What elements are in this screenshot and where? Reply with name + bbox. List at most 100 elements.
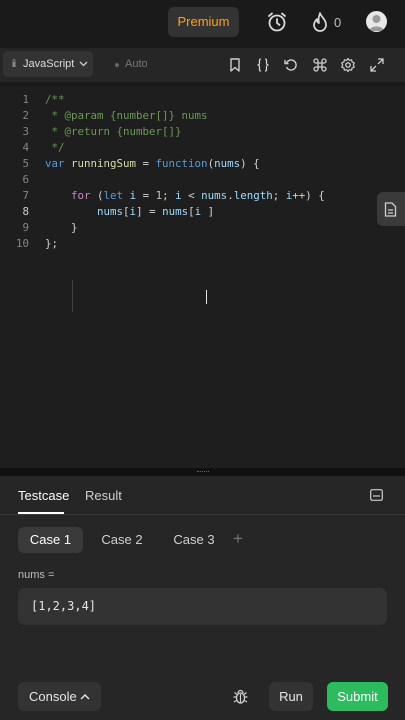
code-token: function <box>155 157 208 170</box>
fire-icon[interactable] <box>311 11 329 33</box>
code-text: */ <box>45 140 65 156</box>
code-token: nums <box>214 157 241 170</box>
code-line[interactable]: 6 <box>0 172 405 188</box>
code-text: nums[i] = nums[i ] <box>45 204 214 220</box>
top-bar: Premium 0 <box>0 0 405 44</box>
code-token: }; <box>45 237 59 250</box>
case-2-tab[interactable]: Case 2 <box>94 527 150 553</box>
code-token: * @return {number[]} <box>45 125 182 138</box>
resize-grip-icon <box>197 471 209 473</box>
code-token: var <box>45 157 72 170</box>
code-token: nums <box>162 205 189 218</box>
language-label: JavaScript <box>23 58 75 70</box>
line-number: 5 <box>22 157 29 170</box>
code-text: }; <box>45 236 58 252</box>
code-token: * @param {number[]} nums <box>45 109 208 122</box>
code-editor[interactable]: 1/** 2 * @param {number[]} nums 3 * @retur… <box>0 86 405 468</box>
code-token: length <box>233 189 273 202</box>
fullscreen-icon[interactable] <box>369 57 385 73</box>
case-3-tab[interactable]: Case 3 <box>166 527 222 553</box>
nums-label: nums = <box>18 569 55 581</box>
add-case-button[interactable]: + <box>233 529 243 549</box>
code-token: < <box>181 189 202 202</box>
nums-input[interactable]: [1,2,3,4] <box>18 588 387 625</box>
code-token: /** <box>45 93 65 106</box>
indent-guide <box>72 280 73 312</box>
auto-toggle[interactable]: Auto <box>113 51 158 77</box>
code-text: * @param {number[]} nums <box>45 108 208 124</box>
code-text: * @return {number[]} <box>45 124 182 140</box>
code-token: ) { <box>240 157 260 170</box>
command-icon[interactable] <box>312 57 328 73</box>
premium-button[interactable]: Premium <box>168 7 239 37</box>
code-line[interactable]: 9 } <box>0 220 405 236</box>
case-1-tab[interactable]: Case 1 <box>18 527 83 553</box>
avatar[interactable] <box>366 11 387 32</box>
code-token: ] <box>201 205 215 218</box>
layout-icon[interactable] <box>370 489 383 501</box>
code-token: = <box>136 157 156 170</box>
line-number: 9 <box>22 221 29 234</box>
code-token: nums <box>201 189 228 202</box>
code-line[interactable]: 8 nums[i] = nums[i ] <box>0 204 405 220</box>
code-token: ] = <box>136 205 163 218</box>
code-line[interactable]: 4 */ <box>0 140 405 156</box>
line-number: 2 <box>22 109 29 122</box>
braces-icon[interactable] <box>255 57 271 73</box>
line-number: 6 <box>22 173 29 186</box>
panel-divider <box>0 514 405 515</box>
code-token: ++) { <box>292 189 325 202</box>
editor-toolbar: JavaScript Auto <box>0 48 405 82</box>
text-cursor <box>206 290 207 304</box>
code-line[interactable]: 2 * @param {number[]} nums <box>0 108 405 124</box>
code-token: for <box>71 189 91 202</box>
reset-icon[interactable] <box>283 57 299 73</box>
chevron-down-icon <box>79 61 88 67</box>
line-number: 8 <box>22 205 29 218</box>
code-token: let <box>103 189 124 202</box>
test-panel: Testcase Result Case 1 Case 2 Case 3 + n… <box>0 476 405 720</box>
bug-icon[interactable] <box>232 688 249 705</box>
code-token: } <box>45 221 78 234</box>
lock-icon <box>12 59 16 67</box>
line-number: 10 <box>15 237 29 250</box>
line-number: 7 <box>22 189 29 202</box>
code-text: for (let i = 1; i < nums.length; i++) { <box>45 188 325 204</box>
console-label: Console <box>29 689 77 704</box>
tab-result[interactable]: Result <box>85 488 122 503</box>
code-line[interactable]: 10}; <box>0 236 405 252</box>
code-token: = <box>136 189 156 202</box>
code-token: ; <box>272 189 286 202</box>
console-button[interactable]: Console <box>18 682 101 711</box>
code-text: /** <box>45 92 65 108</box>
code-line[interactable]: 5 var runningSum = function(nums) { <box>0 156 405 172</box>
submit-button[interactable]: Submit <box>327 682 388 711</box>
settings-icon[interactable] <box>340 57 356 73</box>
code-line[interactable]: 3 * @return {number[]} <box>0 124 405 140</box>
auto-label: Auto <box>125 58 148 70</box>
file-icon <box>384 202 397 217</box>
code-token: ; <box>162 189 176 202</box>
line-number: 4 <box>22 141 29 154</box>
streak-count: 0 <box>334 15 342 30</box>
code-text: } <box>45 220 78 236</box>
description-tab[interactable] <box>377 192 405 226</box>
code-line[interactable]: 7 for (let i = 1; i < nums.length; i++) … <box>0 188 405 204</box>
tab-testcase[interactable]: Testcase <box>18 488 69 503</box>
line-number: 1 <box>22 93 29 106</box>
language-select[interactable]: JavaScript <box>3 51 93 77</box>
code-token: */ <box>45 141 65 154</box>
alarm-clock-icon[interactable] <box>266 11 288 33</box>
chevron-up-icon <box>80 694 90 700</box>
bookmark-icon[interactable] <box>227 57 243 73</box>
run-button[interactable]: Run <box>269 682 313 711</box>
code-token: nums <box>97 205 124 218</box>
code-token: runningSum <box>71 157 137 170</box>
line-number: 3 <box>22 125 29 138</box>
code-line[interactable]: 1 /** <box>0 92 405 108</box>
code-token: ( <box>90 189 104 202</box>
auto-dot-icon <box>115 63 119 67</box>
code-text: var runningSum = function(nums) { <box>45 156 260 172</box>
